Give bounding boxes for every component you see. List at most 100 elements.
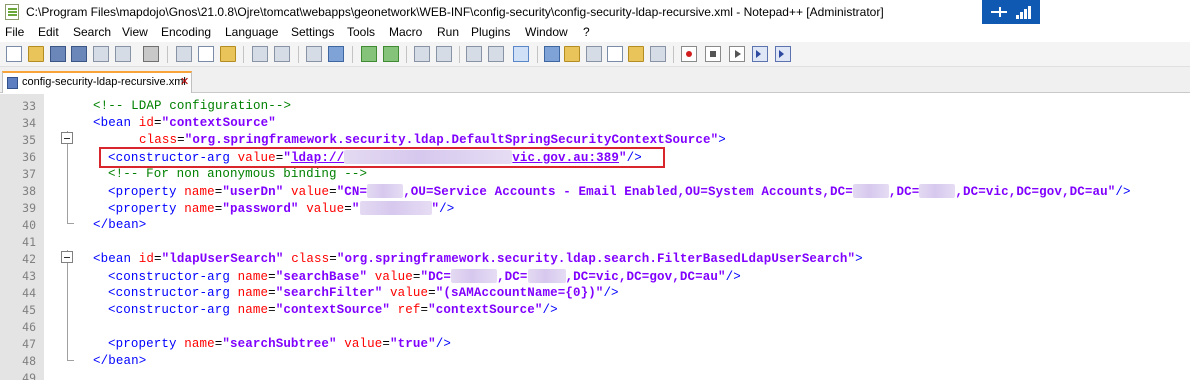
window-title: C:\Program Files\mapdojo\Gnos\21.0.8\Ojr… <box>26 5 884 19</box>
xml-tag: <bean <box>93 116 132 130</box>
xml-attribute: value <box>344 337 383 351</box>
toolbar-separator <box>406 46 407 63</box>
sync-vertical-icon[interactable] <box>414 46 430 62</box>
paste-icon[interactable] <box>220 46 236 62</box>
redacted-blur <box>451 269 498 283</box>
save-all-icon[interactable] <box>71 46 87 62</box>
language-udl-icon[interactable] <box>544 46 560 62</box>
save-macro-icon[interactable] <box>775 46 791 62</box>
xml-tag: /> <box>542 303 558 317</box>
redacted-blur <box>367 184 404 198</box>
menu-file[interactable]: File <box>5 25 24 39</box>
folder-icon[interactable] <box>628 46 644 62</box>
xml-attribute: class <box>139 133 178 147</box>
folder-as-workspace-icon[interactable] <box>607 46 623 62</box>
code-line: 41 <box>0 233 1190 250</box>
close-tab-icon[interactable]: ✕ <box>180 75 189 88</box>
line-number: 44 <box>22 286 36 300</box>
playback-macro-icon[interactable] <box>729 46 745 62</box>
code-line: 42 <bean id="ldapUserSearch" class="org.… <box>0 250 1190 267</box>
xml-tag: </bean> <box>93 218 147 232</box>
redo-icon[interactable] <box>274 46 290 62</box>
tab-config-security-ldap-recursive[interactable]: config-security-ldap-recursive.xml ✕ <box>2 71 192 93</box>
print-icon[interactable] <box>143 46 159 62</box>
run-macro-multiple-icon[interactable] <box>752 46 768 62</box>
code-line: 39 <property name="password" value=" "/> <box>0 199 1190 216</box>
highlight-annotation-box <box>99 147 665 168</box>
code-line: 43 <constructor-arg name="searchBase" va… <box>0 267 1190 284</box>
toolbar-separator <box>243 46 244 63</box>
copy-icon[interactable] <box>198 46 214 62</box>
xml-attribute: name <box>184 202 215 216</box>
xml-tag: > <box>718 133 726 147</box>
sync-horizontal-icon[interactable] <box>436 46 452 62</box>
menu-tools[interactable]: Tools <box>347 25 375 39</box>
xml-value: "searchFilter" <box>275 286 383 300</box>
indent-guide-icon[interactable] <box>513 46 529 62</box>
xml-tag: <constructor-arg <box>108 303 230 317</box>
menu-edit[interactable]: Edit <box>38 25 59 39</box>
xml-value: "ldapUserSearch" <box>161 252 284 266</box>
toolbar-separator <box>673 46 674 63</box>
zoom-out-icon[interactable] <box>383 46 399 62</box>
line-number: 35 <box>22 133 36 147</box>
undo-icon[interactable] <box>252 46 268 62</box>
xml-tag: </bean> <box>93 354 147 368</box>
open-file-icon[interactable] <box>28 46 44 62</box>
xml-value: ,DC= <box>888 185 920 199</box>
show-all-characters-icon[interactable] <box>488 46 504 62</box>
stop-recording-icon[interactable] <box>705 46 721 62</box>
zoom-in-icon[interactable] <box>361 46 377 62</box>
toolbar-separator <box>352 46 353 63</box>
word-wrap-icon[interactable] <box>466 46 482 62</box>
close-all-icon[interactable] <box>115 46 131 62</box>
xml-value: "true" <box>390 337 436 351</box>
xml-attribute: id <box>138 116 154 130</box>
saved-file-icon <box>7 77 18 89</box>
remote-session-bar[interactable] <box>982 0 1040 24</box>
code-text: </bean> <box>93 354 146 368</box>
code-text: <property name="userDn" value="CN= ,OU=Se… <box>108 184 1131 199</box>
code-line: 44 <constructor-arg name="searchFilter" … <box>0 284 1190 301</box>
toolbar-separator <box>537 46 538 63</box>
code-editor[interactable]: 33 <!-- LDAP configuration--> 34 <bean i… <box>0 94 1190 380</box>
menu-encoding[interactable]: Encoding <box>161 25 211 39</box>
menu-run[interactable]: Run <box>437 25 459 39</box>
code-text: <constructor-arg name="contextSource" re… <box>108 303 558 317</box>
menu-window[interactable]: Window <box>525 25 568 39</box>
notepad-plus-plus-app-icon[interactable] <box>5 4 19 20</box>
line-number: 37 <box>22 167 36 181</box>
document-map-icon[interactable] <box>564 46 580 62</box>
menu-plugins[interactable]: Plugins <box>471 25 510 39</box>
code-line: 46 <box>0 318 1190 335</box>
menu-search[interactable]: Search <box>73 25 111 39</box>
xml-value: ,OU=Service Accounts - Email Enabled,OU=… <box>403 185 853 199</box>
menu-help[interactable]: ? <box>583 25 590 39</box>
menu-bar: File Edit Search View Encoding Language … <box>0 24 1190 42</box>
xml-attribute: value <box>390 286 429 300</box>
close-icon[interactable] <box>93 46 109 62</box>
xml-tag: <constructor-arg <box>108 286 230 300</box>
new-file-icon[interactable] <box>6 46 22 62</box>
monitoring-icon[interactable] <box>650 46 666 62</box>
find-icon[interactable] <box>306 46 322 62</box>
function-list-icon[interactable] <box>586 46 602 62</box>
cut-icon[interactable] <box>176 46 192 62</box>
pin-icon[interactable] <box>988 7 1010 17</box>
menu-view[interactable]: View <box>122 25 148 39</box>
tab-label: config-security-ldap-recursive.xml <box>22 76 186 88</box>
xml-attribute: class <box>291 252 330 266</box>
code-text: <bean id="ldapUserSearch" class="org.spr… <box>93 252 863 266</box>
menu-language[interactable]: Language <box>225 25 278 39</box>
menu-macro[interactable]: Macro <box>389 25 422 39</box>
record-macro-icon[interactable] <box>681 46 697 62</box>
code-line: 35 class="org.springframework.security.l… <box>0 131 1190 148</box>
redacted-blur <box>852 184 889 198</box>
replace-icon[interactable] <box>328 46 344 62</box>
connection-signal-icon <box>1016 6 1032 19</box>
line-number: 39 <box>22 201 36 215</box>
xml-value: "password" <box>222 202 299 216</box>
save-icon[interactable] <box>50 46 66 62</box>
menu-settings[interactable]: Settings <box>291 25 334 39</box>
xml-value: "org.springframework.security.ldap.searc… <box>336 252 856 266</box>
